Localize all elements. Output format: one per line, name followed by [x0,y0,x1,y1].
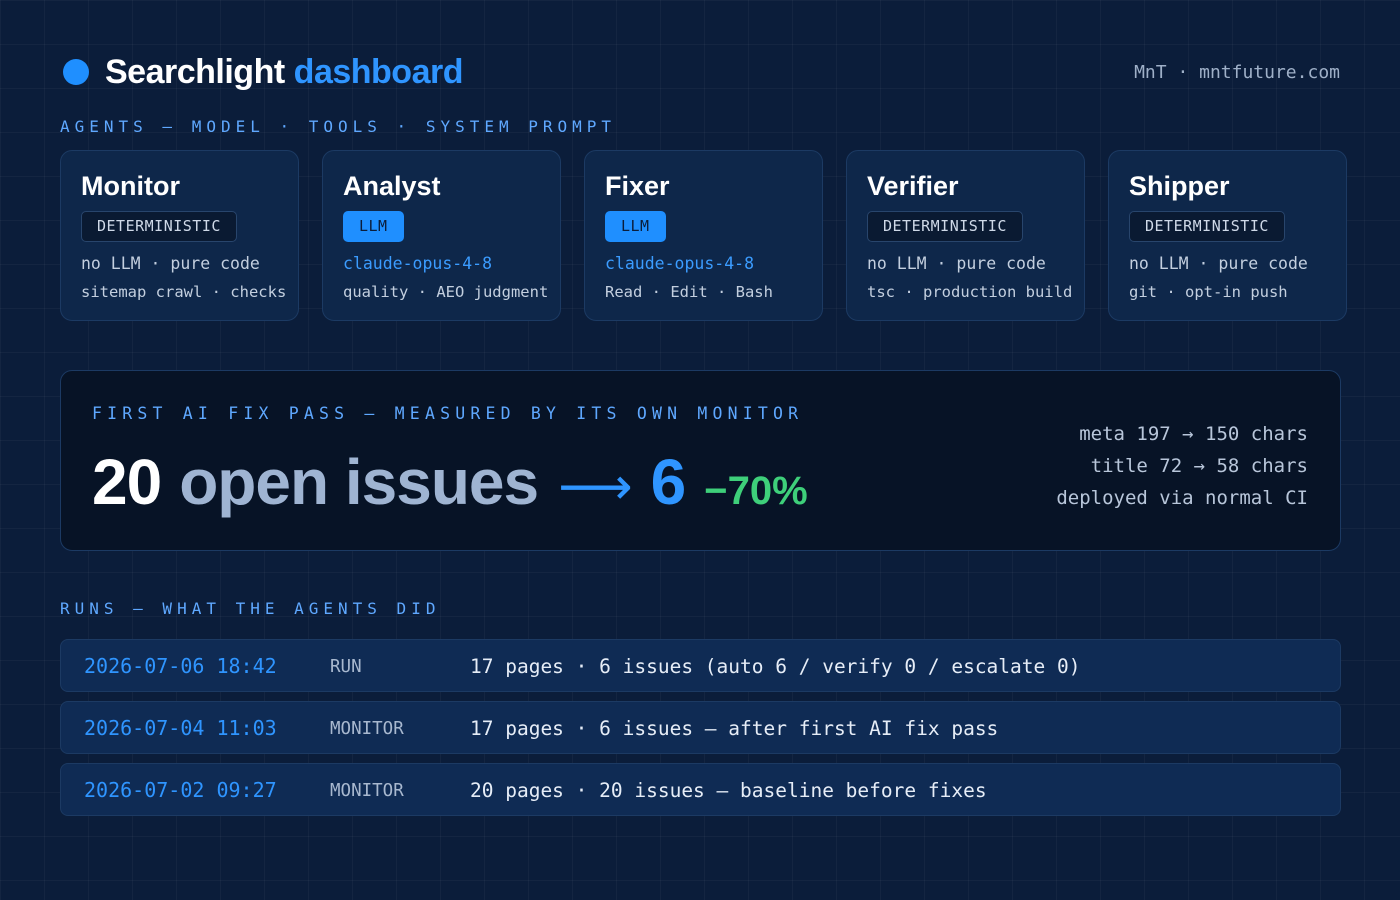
agent-badge: DETERMINISTIC [1129,211,1285,242]
issues-delta-percent: −70% [704,469,808,513]
run-description: 17 pages · 6 issues (auto 6 / verify 0 /… [470,655,1081,678]
run-row[interactable]: 2026-07-02 09:27 MONITOR 20 pages · 20 i… [60,763,1341,816]
agent-tools: sitemap crawl · checks [81,283,287,301]
agent-badge: LLM [343,211,404,242]
page-title: Searchlight dashboard [105,53,463,92]
run-description: 20 pages · 20 issues — baseline before f… [470,779,987,802]
issues-before-count: 20 [92,446,162,518]
fix-facts: meta 197 → 150 chars title 72 → 58 chars… [1056,421,1308,517]
issues-after-count: 6 [650,446,687,518]
run-timestamp: 2026-07-04 11:03 [84,716,277,740]
run-type: MONITOR [330,719,404,739]
agent-model: claude-opus-4-8 [605,254,755,273]
fix-fact-title: title 72 → 58 chars [1090,455,1308,477]
agent-tools: Read · Edit · Bash [605,283,773,301]
brand-dot-icon [63,59,89,85]
byline: MnT · mntfuture.com [1134,62,1340,83]
run-description: 17 pages · 6 issues — after first AI fix… [470,717,999,740]
fix-fact-deploy: deployed via normal CI [1056,487,1308,509]
agent-name: Monitor [81,171,180,201]
agents-grid: Monitor DETERMINISTIC no LLM · pure code… [60,150,1350,321]
agent-card-fixer[interactable]: Fixer LLM claude-opus-4-8 Read · Edit · … [584,150,823,321]
run-type: MONITOR [330,781,404,801]
agents-section-label: AGENTS — MODEL · TOOLS · SYSTEM PROMPT [60,117,617,136]
run-type: RUN [330,657,362,677]
agent-name: Fixer [605,171,670,201]
agent-card-monitor[interactable]: Monitor DETERMINISTIC no LLM · pure code… [60,150,299,321]
arrow-right-icon: ⟶ [558,458,633,516]
agent-name: Verifier [867,171,959,201]
agent-model: no LLM · pure code [1129,254,1308,273]
agent-badge: DETERMINISTIC [867,211,1023,242]
fix-pass-summary-panel: FIRST AI FIX PASS — MEASURED BY ITS OWN … [60,370,1341,551]
page-title-main: Searchlight [105,52,285,91]
agent-tools: tsc · production build [867,283,1073,301]
issues-unit-label: open issues [179,446,539,518]
agent-model: no LLM · pure code [81,254,260,273]
agent-card-shipper[interactable]: Shipper DETERMINISTIC no LLM · pure code… [1108,150,1347,321]
agent-name: Shipper [1129,171,1230,201]
runs-section-label: RUNS — WHAT THE AGENTS DID [60,599,441,618]
agent-badge: LLM [605,211,666,242]
run-row[interactable]: 2026-07-04 11:03 MONITOR 17 pages · 6 is… [60,701,1341,754]
agent-card-verifier[interactable]: Verifier DETERMINISTIC no LLM · pure cod… [846,150,1085,321]
agent-model: claude-opus-4-8 [343,254,493,273]
run-timestamp: 2026-07-02 09:27 [84,778,277,802]
issues-stat: 20 open issues ⟶ 6 −70% [92,445,808,519]
agent-card-analyst[interactable]: Analyst LLM claude-opus-4-8 quality · AE… [322,150,561,321]
fix-fact-meta: meta 197 → 150 chars [1079,423,1308,445]
page-header: Searchlight dashboard MnT · mntfuture.com [60,50,1340,94]
run-row[interactable]: 2026-07-06 18:42 RUN 17 pages · 6 issues… [60,639,1341,692]
fix-pass-label: FIRST AI FIX PASS — MEASURED BY ITS OWN … [92,404,804,423]
page-title-accent: dashboard [293,52,464,91]
agent-badge: DETERMINISTIC [81,211,237,242]
agent-model: no LLM · pure code [867,254,1046,273]
agent-name: Analyst [343,171,441,201]
agent-tools: quality · AEO judgment [343,283,549,301]
run-timestamp: 2026-07-06 18:42 [84,654,277,678]
agent-tools: git · opt-in push [1129,283,1288,301]
